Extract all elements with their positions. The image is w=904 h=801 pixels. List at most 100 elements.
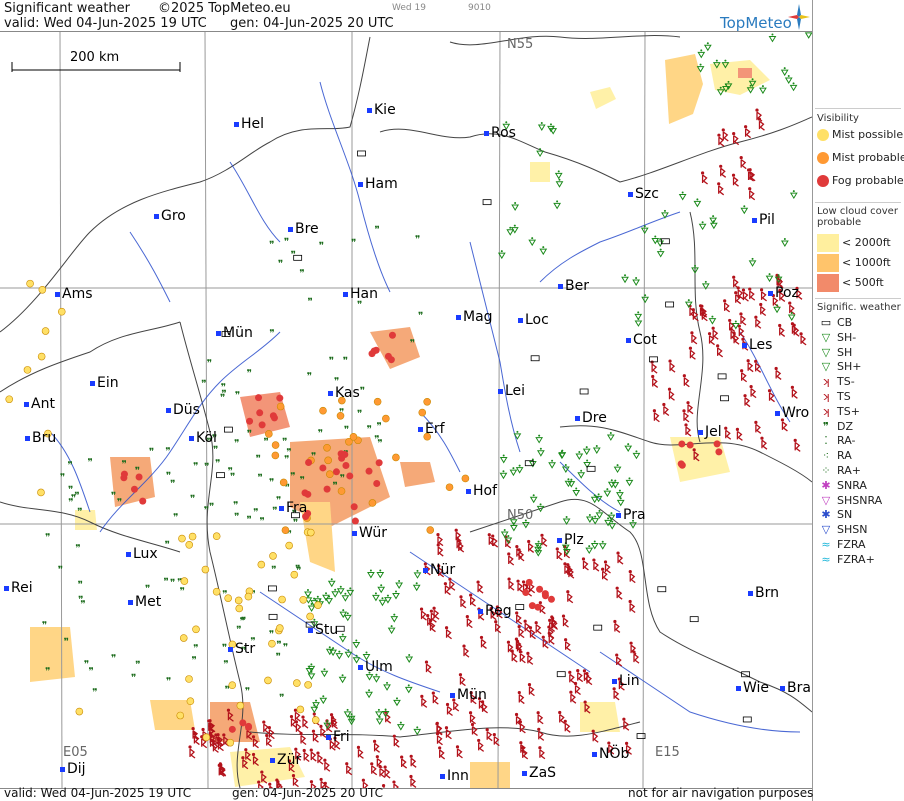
thunderstorm-icon <box>628 570 636 584</box>
mist-icon <box>336 411 345 420</box>
city-label: Reg <box>478 603 512 619</box>
thunderstorm-icon <box>740 369 748 383</box>
city-name: Cot <box>633 332 657 348</box>
city-label: Lin <box>612 673 640 689</box>
drizzle-icon: ❞ <box>207 359 212 370</box>
city-dot-icon <box>418 426 423 432</box>
legend-sigwx-item: ⁚ RA- <box>817 434 855 447</box>
thunderstorm-icon <box>668 359 676 373</box>
shower-icon <box>598 540 607 550</box>
city-name: Mag <box>463 309 493 325</box>
thunderstorm-icon <box>581 557 589 571</box>
legend-sigwx-item-label: SH+ <box>837 360 862 374</box>
fog-icon <box>346 472 354 480</box>
drizzle-icon: ❞ <box>318 428 323 439</box>
drizzle-icon: ❞ <box>284 237 289 248</box>
fog-icon <box>388 331 396 339</box>
city-label: Pra <box>616 507 646 523</box>
thunderstorm-icon <box>370 762 378 776</box>
shower-icon <box>634 317 643 327</box>
drizzle-icon: ❞ <box>228 467 233 478</box>
thunderstorm-icon <box>615 586 623 600</box>
map-canvas[interactable]: ❞ ❞ ❞ ❞ ❞ ❞ ❞ ❞ ❞ ❞ ❞ ❞ ❞ ❞ ❞ ❞ ❞ ❞ ❞ ❞ ❞ ❞ ❞ ❞ ❞ ❞ ❞ ❞ ❞ ❞ ❞ ❞ ❞ ❞ ❞ ❞ ❞ ❞ ❞ ❞… <box>0 31 812 789</box>
drizzle-icon: ❞ <box>190 494 195 505</box>
legend-sigwx-item: ≈ FZRA <box>817 538 865 551</box>
city-label: Wie <box>736 680 769 696</box>
thunderstorm-icon <box>299 731 307 745</box>
city-name: Fra <box>286 500 308 516</box>
mist-icon <box>296 705 305 714</box>
thunderstorm-icon <box>682 374 690 388</box>
compass-logo-icon <box>788 4 810 34</box>
brand-logo: TopMeteo <box>720 14 792 32</box>
legend-sigwx-item: ▽ SH <box>817 346 853 359</box>
footer-generated: gen: 04-Jun-2025 20 UTC <box>232 786 384 800</box>
shower-icon <box>606 431 615 441</box>
drizzle-icon: ❞ <box>149 447 154 458</box>
mist-icon <box>271 451 280 460</box>
city-name: Hel <box>241 116 265 132</box>
city-dot-icon <box>742 342 747 348</box>
drizzle-icon: ❞ <box>415 234 420 245</box>
thunderstorm-icon <box>356 745 364 759</box>
city-label: Hel <box>234 116 264 132</box>
legend-sigwx-item: ▽ SH- <box>817 331 856 344</box>
thunderstorm-icon <box>507 577 515 591</box>
drizzle-icon: ❞ <box>269 478 274 489</box>
city-name: Kie <box>374 102 396 118</box>
city-dot-icon <box>748 590 753 596</box>
shower-icon <box>553 200 562 210</box>
shower-icon <box>548 459 556 469</box>
fog-icon <box>304 490 312 498</box>
thunderstorm-icon <box>757 117 765 131</box>
city-dot-icon <box>616 512 621 518</box>
thunderstorm-icon <box>420 694 428 708</box>
city-name: Mün <box>457 687 487 703</box>
drizzle-icon: ❞ <box>42 620 47 631</box>
drizzle-icon: ❞ <box>245 686 250 697</box>
drizzle-icon: ❞ <box>240 616 245 627</box>
city-name: Ant <box>31 396 55 412</box>
shower-icon <box>555 178 564 188</box>
drizzle-icon: ❞ <box>58 565 63 576</box>
city-dot-icon <box>698 429 703 435</box>
shower-icon <box>375 716 384 726</box>
city-name: Brn <box>755 585 779 601</box>
mist-icon <box>178 534 186 543</box>
city-label: Lei <box>498 383 525 399</box>
drizzle-icon: ❞ <box>166 471 171 482</box>
shower-icon <box>748 257 757 267</box>
drizzle-icon: ❞ <box>78 580 83 591</box>
copyright: ©2025 TopMeteo.eu <box>158 1 291 16</box>
city-name: Lux <box>133 546 158 562</box>
mist-icon <box>445 483 454 492</box>
fog-icon <box>536 585 544 593</box>
shower-icon <box>499 470 508 480</box>
shower-icon <box>585 545 594 555</box>
legend-sigwx-item: ⁖ RA <box>817 449 852 462</box>
thunderstorm-icon <box>573 681 581 696</box>
city-label: Jel <box>698 424 722 440</box>
shower-icon <box>515 464 524 474</box>
shower-icon <box>562 516 571 525</box>
thunderstorm-icon <box>528 626 536 640</box>
cb-icon <box>515 604 525 610</box>
city-label: Str <box>228 641 255 657</box>
thunderstorm-icon <box>790 385 798 399</box>
mist-icon <box>264 676 272 685</box>
drizzle-icon: ❞ <box>165 540 170 551</box>
fog-icon <box>139 497 147 505</box>
legend-sigwx-item-label: TS- <box>837 375 855 389</box>
city-label: Mün <box>450 687 487 703</box>
city-dot-icon <box>4 585 9 591</box>
mist-icon <box>192 625 200 634</box>
city-label: Inn <box>440 768 469 784</box>
city-name: Ham <box>365 176 398 192</box>
thunderstorm-icon <box>523 619 531 633</box>
cb-icon <box>742 716 752 723</box>
shower-icon <box>709 215 718 225</box>
shower-icon <box>320 668 329 678</box>
legend-visibility-item: Mist possible <box>817 128 903 141</box>
mist-icon <box>276 624 284 632</box>
thunderstorm-icon <box>799 332 807 346</box>
